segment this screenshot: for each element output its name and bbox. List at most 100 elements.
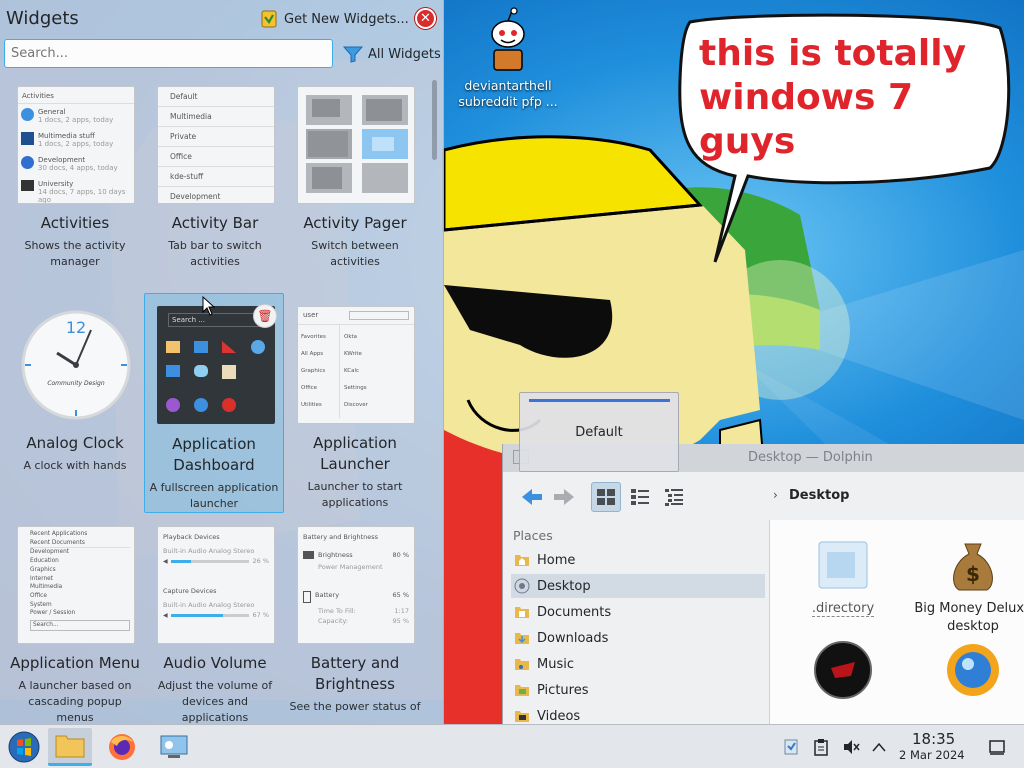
grid-view-icon xyxy=(597,489,615,505)
dolphin-window: Desktop — Dolphin › Desktop Places Home … xyxy=(502,444,1024,724)
widget-filter-button[interactable]: All Widgets xyxy=(343,45,441,63)
widget-card-activities[interactable]: Activities General 1 docs, 2 apps, today … xyxy=(5,86,145,306)
place-label: Pictures xyxy=(537,682,589,698)
thumb-menu-item: Office xyxy=(30,592,47,599)
thumb-menu-item: Power / Session xyxy=(30,610,76,617)
place-downloads[interactable]: Downloads xyxy=(511,626,765,650)
file-label: Big Money Deluxe desktop xyxy=(914,601,1024,634)
clock-date[interactable]: 2 Mar 2024 xyxy=(899,748,965,762)
thumb-app: KCalc xyxy=(344,368,360,374)
breadcrumb[interactable]: Desktop xyxy=(789,488,849,503)
thumb-menu-item: Internet xyxy=(30,575,54,582)
thumb-user: user xyxy=(303,311,319,319)
forward-button[interactable] xyxy=(549,482,579,512)
thumb-tab: kde-stuff xyxy=(158,167,274,187)
widget-card-analog-clock[interactable]: 12 Community Design Analog Clock A clock… xyxy=(5,306,145,526)
icons-view-button[interactable] xyxy=(591,482,621,512)
place-documents[interactable]: Documents xyxy=(511,600,765,624)
widget-description: Shows the activity manager xyxy=(24,239,126,268)
remove-widget-icon[interactable]: 🗑 xyxy=(253,304,277,328)
download-widgets-icon xyxy=(261,10,277,28)
activity-switcher-popup[interactable]: Default xyxy=(519,392,679,472)
thumb-power-management: Power Management xyxy=(318,563,383,571)
globe-app-icon xyxy=(947,644,999,696)
pictures-folder-icon xyxy=(515,685,529,696)
widget-search-input[interactable] xyxy=(4,39,333,68)
thumb-category: Utilities xyxy=(301,402,322,408)
widget-card-activity-pager[interactable]: Activity Pager Switch between activities xyxy=(285,86,425,306)
start-button[interactable] xyxy=(2,728,46,766)
widget-title: Application Dashboard xyxy=(172,435,256,474)
details-view-button[interactable] xyxy=(625,482,655,512)
thumb-capacity-label: Capacity: xyxy=(318,617,349,625)
file-app-globe[interactable] xyxy=(912,636,1024,700)
place-home[interactable]: Home xyxy=(511,548,765,572)
file-view: .directory $ Big Money Deluxe desktop xyxy=(769,520,1024,724)
widget-title: Activity Pager xyxy=(303,214,407,232)
arrow-right-icon xyxy=(554,489,574,505)
taskbar: 18:35 2 Mar 2024 xyxy=(0,724,1024,768)
thumb-row-name: Development xyxy=(38,156,86,164)
widget-card-application-menu[interactable]: Recent Applications Recent Documents Dev… xyxy=(5,526,145,724)
file-app-red[interactable] xyxy=(782,636,904,700)
back-button[interactable] xyxy=(517,482,547,512)
list-view-icon xyxy=(631,489,649,505)
task-firefox[interactable] xyxy=(100,728,144,766)
thumb-tab: Multimedia xyxy=(158,107,274,127)
thumb-tab: Development xyxy=(170,192,221,201)
firefox-icon xyxy=(109,734,135,760)
thumb-category: Graphics xyxy=(301,368,326,374)
speech-bubble-text: this is totally windows 7 guys xyxy=(699,33,967,162)
thumb-menu-item: Development xyxy=(30,547,130,557)
widget-card-battery-brightness[interactable]: Battery and Brightness Brightness 80 % P… xyxy=(285,526,425,724)
tree-view-icon xyxy=(665,489,683,506)
widget-card-activity-bar[interactable]: Default Multimedia Private Office kde-st… xyxy=(145,86,285,306)
thumb-category: All Apps xyxy=(301,351,324,357)
clock-time[interactable]: 18:35 xyxy=(912,730,955,748)
show-desktop-button[interactable] xyxy=(986,736,1008,758)
widget-description: Adjust the volume of devices and applica… xyxy=(157,679,273,724)
app-grid-icon xyxy=(166,340,265,412)
tray-expand[interactable] xyxy=(868,736,890,758)
get-new-widgets-button[interactable]: Get New Widgets... xyxy=(260,8,409,30)
thumb-app: Discover xyxy=(344,402,368,408)
money-bag-icon: $ xyxy=(953,543,993,591)
thumb-menu-search: Search... xyxy=(30,620,130,631)
music-folder-icon xyxy=(515,659,529,670)
widget-title: Application Menu xyxy=(10,654,140,672)
tray-updates[interactable] xyxy=(780,736,802,758)
tray-volume[interactable] xyxy=(840,736,862,758)
place-videos[interactable]: Videos xyxy=(511,704,765,724)
thumb-row-name: General xyxy=(38,108,66,116)
thumb-time-label: Time To Fill: xyxy=(318,607,356,615)
clipboard-icon xyxy=(814,739,828,756)
close-icon[interactable]: ✕ xyxy=(415,8,436,29)
tray-clipboard[interactable] xyxy=(810,736,832,758)
file-directory[interactable]: .directory xyxy=(782,534,904,618)
thumb-menu-item: Multimedia xyxy=(30,584,63,591)
thumb-row: University 14 docs, 7 apps, 10 days ago xyxy=(18,176,134,203)
widget-card-application-launcher[interactable]: user Favorites All Apps Graphics Office … xyxy=(285,306,425,526)
place-label: Desktop xyxy=(537,578,591,594)
desktop-icon-deviantarthell[interactable]: deviantarthell subreddit pfp ... xyxy=(458,6,558,110)
file-big-money-deluxe[interactable]: $ Big Money Deluxe desktop xyxy=(912,534,1024,636)
widget-card-application-dashboard[interactable]: Search ... 🗑 Application Dashboard A ful… xyxy=(144,293,284,513)
widget-title: Application Launcher xyxy=(313,434,397,473)
widget-card-audio-volume[interactable]: Playback Devices Built-in Audio Analog S… xyxy=(145,526,285,724)
place-music[interactable]: Music xyxy=(511,652,765,676)
task-system-settings[interactable] xyxy=(152,728,196,766)
place-desktop[interactable]: Desktop xyxy=(511,574,765,598)
tree-view-button[interactable] xyxy=(659,482,689,512)
widgets-scrollbar[interactable] xyxy=(432,80,437,160)
updates-icon xyxy=(784,739,798,755)
widget-title: Analog Clock xyxy=(26,434,124,452)
task-dolphin[interactable] xyxy=(48,728,92,766)
thumb-capture-device: Built-in Audio Analog Stereo xyxy=(163,601,255,609)
downloads-folder-icon xyxy=(515,633,529,644)
thumb-capacity-value: 95 % xyxy=(392,617,409,625)
filter-icon xyxy=(343,46,363,63)
reddit-alien-icon xyxy=(491,7,525,71)
thumb-menu-item: System xyxy=(30,601,52,608)
place-pictures[interactable]: Pictures xyxy=(511,678,765,702)
documents-folder-icon xyxy=(515,607,529,618)
